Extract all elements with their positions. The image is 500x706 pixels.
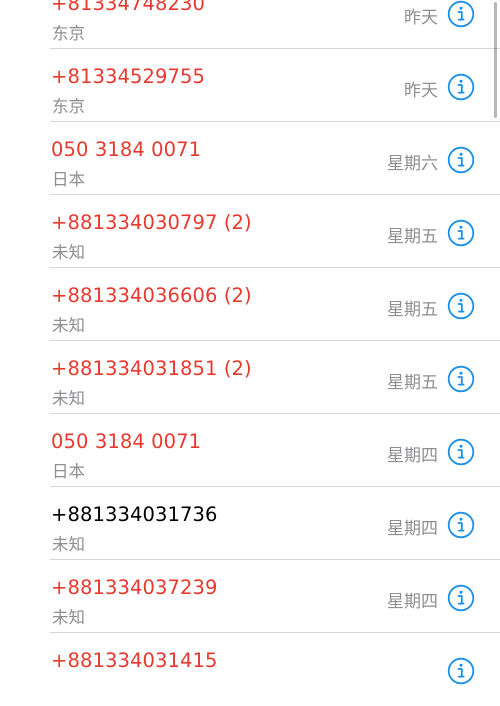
- scrollbar[interactable]: [494, 2, 497, 118]
- call-row[interactable]: +881334037239 未知 星期四: [0, 560, 500, 633]
- call-row[interactable]: +81334529755 东京 昨天: [0, 49, 500, 122]
- info-icon[interactable]: [447, 146, 475, 174]
- call-date: 昨天: [404, 8, 438, 28]
- caller-number: 050 3184 0071: [51, 138, 202, 161]
- info-icon[interactable]: [447, 438, 475, 466]
- call-date: 星期四: [387, 446, 438, 466]
- call-row[interactable]: +881334030797 (2) 未知 星期五: [0, 195, 500, 268]
- info-icon[interactable]: [447, 657, 475, 685]
- caller-number: +81334748230: [51, 0, 206, 15]
- caller-location: 未知: [52, 389, 85, 408]
- call-row[interactable]: +881334031851 (2) 未知 星期五: [0, 341, 500, 414]
- call-row[interactable]: +881334036606 (2) 未知 星期五: [0, 268, 500, 341]
- call-row[interactable]: +881334031736 未知 星期四: [0, 487, 500, 560]
- caller-location: 未知: [52, 243, 85, 262]
- caller-location: 未知: [52, 608, 85, 627]
- recent-calls-list: +81334748230 东京 昨天 +81334529755 东京 昨天 05…: [0, 0, 500, 706]
- caller-location: 日本: [52, 170, 85, 189]
- caller-number: +81334529755: [51, 65, 206, 88]
- info-icon[interactable]: [447, 584, 475, 612]
- info-icon[interactable]: [447, 292, 475, 320]
- call-row[interactable]: 050 3184 0071 日本 星期四: [0, 414, 500, 487]
- info-icon[interactable]: [447, 365, 475, 393]
- call-row[interactable]: +881334031415: [0, 633, 500, 706]
- info-icon[interactable]: [447, 0, 475, 28]
- caller-number: +881334031415: [51, 649, 218, 672]
- call-row[interactable]: +81334748230 东京 昨天: [0, 0, 500, 49]
- call-date: 星期五: [387, 227, 438, 247]
- caller-number: +881334031851 (2): [51, 357, 252, 380]
- info-icon[interactable]: [447, 73, 475, 101]
- call-date: 星期五: [387, 373, 438, 393]
- info-icon[interactable]: [447, 511, 475, 539]
- info-icon[interactable]: [447, 219, 475, 247]
- caller-number: +881334030797 (2): [51, 211, 252, 234]
- caller-location: 日本: [52, 462, 85, 481]
- call-row[interactable]: 050 3184 0071 日本 星期六: [0, 122, 500, 195]
- caller-number: +881334031736: [51, 503, 218, 526]
- caller-location: 未知: [52, 535, 85, 554]
- call-date: 星期六: [387, 154, 438, 174]
- caller-number: +881334037239: [51, 576, 218, 599]
- caller-location: 未知: [52, 316, 85, 335]
- call-date: 星期五: [387, 300, 438, 320]
- caller-number: +881334036606 (2): [51, 284, 252, 307]
- call-date: 星期四: [387, 519, 438, 539]
- call-date: 星期四: [387, 592, 438, 612]
- caller-number: 050 3184 0071: [51, 430, 202, 453]
- caller-location: 东京: [52, 24, 85, 43]
- call-date: 昨天: [404, 81, 438, 101]
- caller-location: 东京: [52, 97, 85, 116]
